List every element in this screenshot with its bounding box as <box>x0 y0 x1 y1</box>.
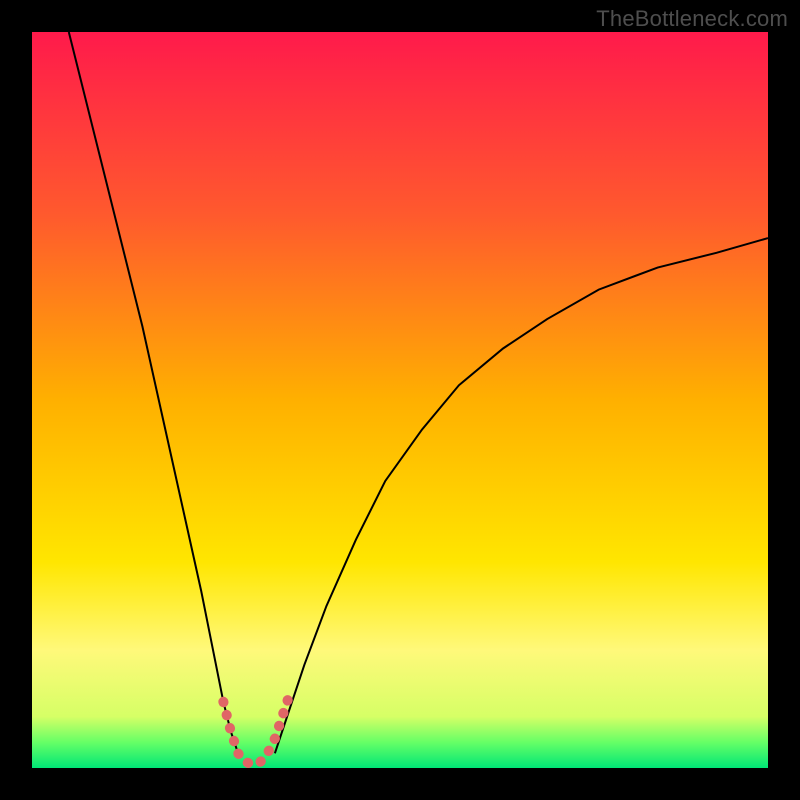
bottleneck-chart <box>32 32 768 768</box>
gradient-background <box>32 32 768 768</box>
chart-stage: TheBottleneck.com <box>0 0 800 800</box>
watermark-text: TheBottleneck.com <box>596 6 788 32</box>
